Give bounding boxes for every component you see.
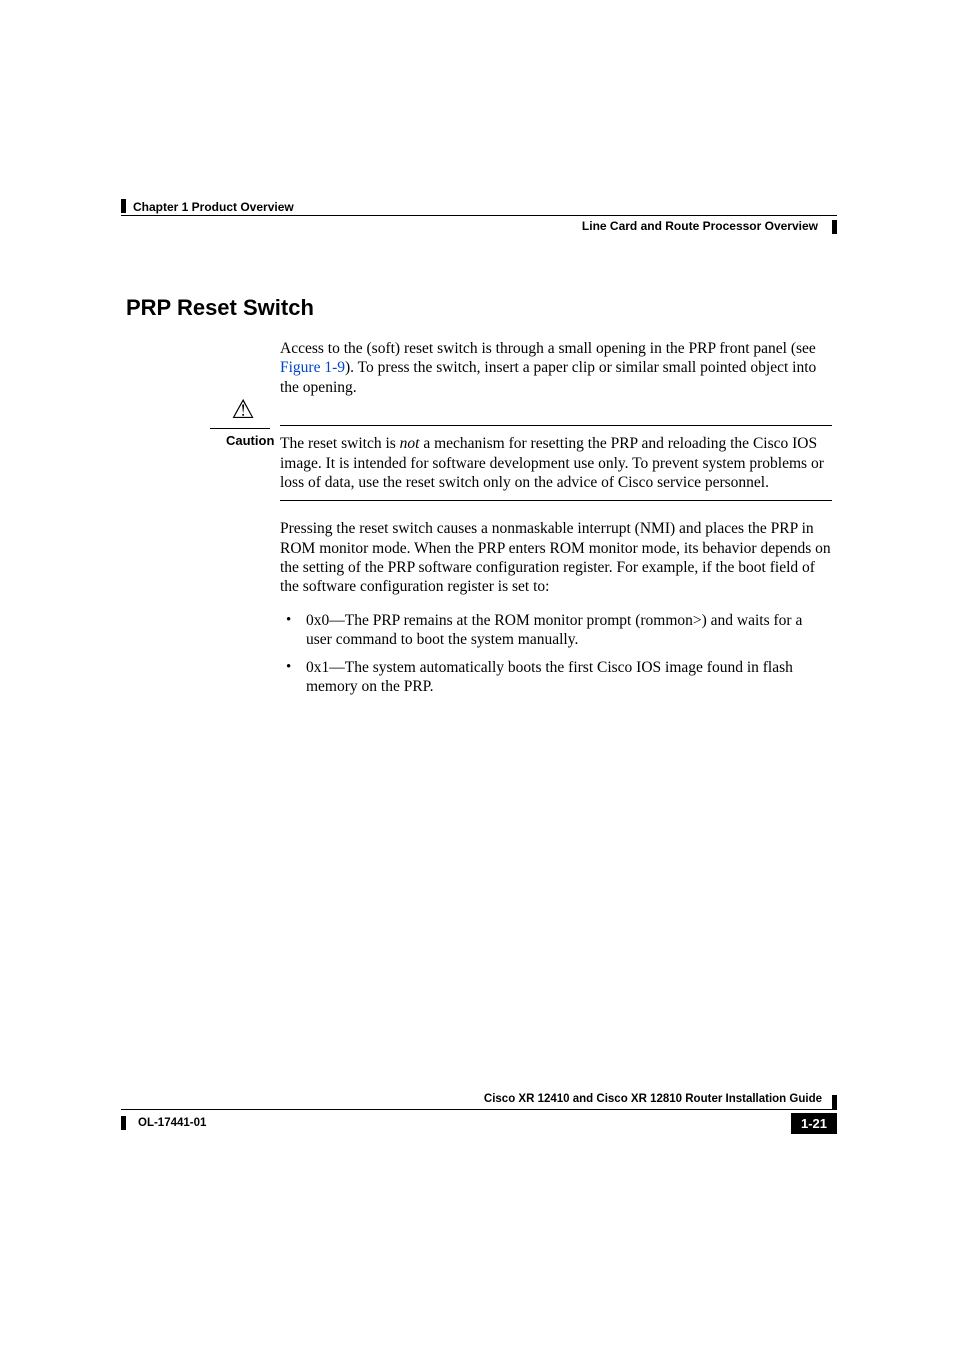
intro-paragraph: Access to the (soft) reset switch is thr… <box>280 339 832 397</box>
figure-link[interactable]: Figure 1-9 <box>280 359 345 376</box>
running-header: Chapter 1 Product Overview Line Card and… <box>126 200 832 240</box>
section-heading: PRP Reset Switch <box>126 295 832 321</box>
caution-block: ⚠ Caution The reset switch is not a mech… <box>280 425 832 501</box>
caution-rule-top <box>280 425 832 426</box>
list-item: 0x0—The PRP remains at the ROM monitor p… <box>280 611 832 650</box>
caution-em: not <box>400 435 420 452</box>
header-rule <box>121 215 837 216</box>
warning-triangle-icon: ⚠ <box>231 395 254 424</box>
bullet-list: 0x0—The PRP remains at the ROM monitor p… <box>280 611 832 697</box>
header-marker-left <box>121 199 126 213</box>
page-number: 1-21 <box>791 1113 837 1134</box>
bullet-text: 0x0—The PRP remains at the ROM monitor p… <box>306 612 802 648</box>
footer-marker-left <box>121 1116 126 1130</box>
body-column: Access to the (soft) reset switch is thr… <box>280 339 832 696</box>
footer-rule <box>121 1109 837 1110</box>
footer-doc-id: OL-17441-01 <box>138 1117 206 1129</box>
footer-guide-title: Cisco XR 12410 and Cisco XR 12810 Router… <box>484 1093 822 1105</box>
bullet-text: 0x1—The system automatically boots the f… <box>306 659 793 695</box>
caution-icon-rule <box>210 428 270 429</box>
page-content: Chapter 1 Product Overview Line Card and… <box>126 200 832 704</box>
caution-icon: ⚠ <box>228 397 258 423</box>
intro-pre: Access to the (soft) reset switch is thr… <box>280 340 816 357</box>
caution-text: The reset switch is not a mechanism for … <box>280 434 832 492</box>
explain-paragraph: Pressing the reset switch causes a nonma… <box>280 519 832 597</box>
section-label: Line Card and Route Processor Overview <box>582 219 818 233</box>
header-marker-right <box>832 220 837 234</box>
caution-pre: The reset switch is <box>280 435 400 452</box>
chapter-label: Chapter 1 Product Overview <box>133 200 294 214</box>
footer-marker-right <box>832 1095 837 1109</box>
caution-rule-bottom <box>280 500 832 501</box>
intro-post: ). To press the switch, insert a paper c… <box>280 359 816 395</box>
caution-label: Caution <box>226 433 274 449</box>
list-item: 0x1—The system automatically boots the f… <box>280 658 832 697</box>
